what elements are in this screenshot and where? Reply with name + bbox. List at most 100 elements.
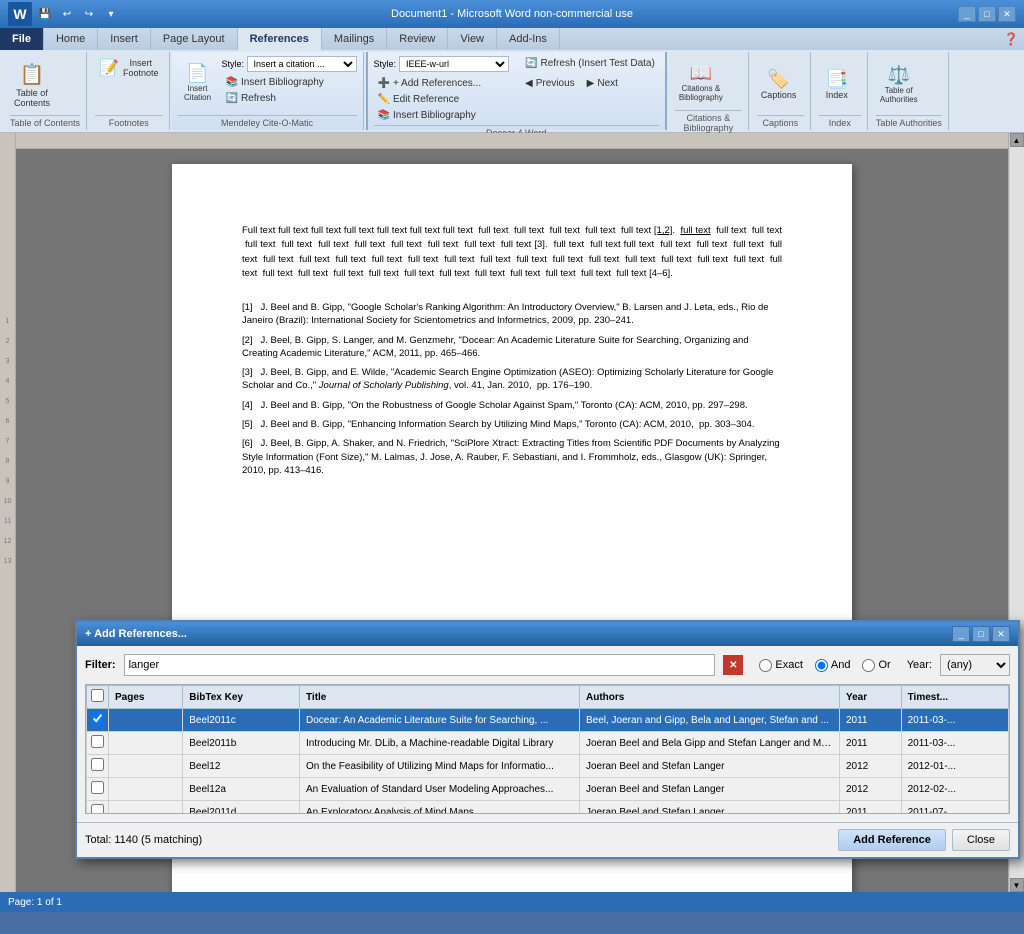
- cell-timestamp: 2011-03-...: [901, 709, 1008, 732]
- toc-label: Table ofContents: [14, 88, 50, 108]
- table-row[interactable]: Beel2011c Docear: An Academic Literature…: [87, 709, 1009, 732]
- tab-review[interactable]: Review: [387, 28, 448, 50]
- table-header: Pages BibTex Key Title Authors Year Time…: [87, 686, 1009, 709]
- row-checkbox-1[interactable]: [91, 735, 104, 748]
- add-ref-icon: ➕: [378, 78, 390, 89]
- captions-btn[interactable]: 🏷️ Captions: [757, 59, 801, 111]
- tab-home[interactable]: Home: [44, 28, 98, 50]
- radio-exact[interactable]: Exact: [759, 659, 803, 672]
- cell-checkbox[interactable]: [87, 709, 109, 732]
- previous-btn[interactable]: ◀ Previous: [521, 76, 579, 91]
- vertical-ruler: 1 2 3 4 5 6 7 8 9 10 11 12 13: [0, 133, 16, 892]
- next-icon: ▶: [587, 78, 595, 89]
- insert-bibliography-mendeley-btn[interactable]: 📚 Insert Bibliography: [222, 75, 357, 90]
- radio-and[interactable]: And: [815, 659, 851, 672]
- table-row[interactable]: Beel2011d An Exploratory Analysis of Min…: [87, 801, 1009, 815]
- footer-buttons: Add Reference Close: [838, 829, 1010, 851]
- filter-input[interactable]: [124, 654, 716, 676]
- style-label-docear: Style:: [374, 59, 397, 69]
- scroll-down-btn[interactable]: ▼: [1010, 878, 1024, 892]
- dialog-window-controls: _ □ ✕: [952, 626, 1010, 642]
- group-table-of-contents: 📋 Table ofContents Table of Contents: [4, 52, 87, 130]
- add-reference-ribbon-btn[interactable]: ➕ + Add References...: [374, 76, 510, 91]
- citations-bibliography-btn[interactable]: 📖 Citations &Bibliography: [675, 56, 727, 108]
- tab-view[interactable]: View: [448, 28, 497, 50]
- edit-ref-icon: ✏️: [378, 94, 390, 105]
- refresh-docear-btn[interactable]: 🔄 Refresh (Insert Test Data): [521, 56, 659, 71]
- cell-authors: Joeran Beel and Stefan Langer: [579, 801, 839, 815]
- row-checkbox-2[interactable]: [91, 758, 104, 771]
- dialog-maximize-btn[interactable]: □: [972, 626, 990, 642]
- cell-bibtex: Beel12a: [183, 778, 300, 801]
- cell-title: An Exploratory Analysis of Mind Maps: [299, 801, 579, 815]
- redo-quick-btn[interactable]: ↪: [80, 5, 98, 23]
- customize-quick-btn[interactable]: ▾: [102, 5, 120, 23]
- cell-checkbox[interactable]: [87, 801, 109, 815]
- references-table-container[interactable]: Pages BibTex Key Title Authors Year Time…: [85, 684, 1010, 814]
- year-select[interactable]: (any) 2008 2009 2010 2011 2012 2013: [940, 654, 1010, 676]
- scroll-up-btn[interactable]: ▲: [1010, 133, 1024, 147]
- dialog-minimize-btn[interactable]: _: [952, 626, 970, 642]
- radio-group: Exact And Or: [759, 659, 890, 672]
- minimize-btn[interactable]: _: [958, 6, 976, 22]
- table-row[interactable]: Beel12 On the Feasibility of Utilizing M…: [87, 755, 1009, 778]
- tab-page-layout[interactable]: Page Layout: [151, 28, 238, 50]
- filter-row: Filter: ✕ Exact And Or Year: (any) 2008: [85, 654, 1010, 676]
- tab-file[interactable]: File: [0, 28, 44, 50]
- cell-authors: Joeran Beel and Stefan Langer: [579, 778, 839, 801]
- insert-bibliography-docear-btn[interactable]: 📚 Insert Bibliography: [374, 108, 510, 123]
- insert-footnote-btn[interactable]: 📝 InsertFootnote: [95, 56, 162, 80]
- dialog-close-btn[interactable]: ✕: [992, 626, 1010, 642]
- citations-label: Citations &Bibliography: [679, 84, 723, 102]
- index-btn[interactable]: 📑 Index: [819, 59, 855, 111]
- cell-checkbox[interactable]: [87, 778, 109, 801]
- cell-bibtex: Beel2011b: [183, 732, 300, 755]
- add-reference-dialog-btn[interactable]: Add Reference: [838, 829, 946, 851]
- group-label-toc: Table of Contents: [10, 115, 80, 128]
- tab-references[interactable]: References: [238, 28, 322, 51]
- select-all-checkbox[interactable]: [91, 689, 104, 702]
- tab-insert[interactable]: Insert: [98, 28, 151, 50]
- save-quick-btn[interactable]: 💾: [36, 5, 54, 23]
- close-btn[interactable]: ✕: [998, 6, 1016, 22]
- th-title: Title: [299, 686, 579, 709]
- table-of-contents-btn[interactable]: 📋 Table ofContents: [10, 59, 54, 111]
- help-btn[interactable]: ❓: [1002, 30, 1020, 48]
- radio-or[interactable]: Or: [862, 659, 890, 672]
- ref-4: [4] J. Beel and B. Gipp, "On the Robustn…: [242, 399, 782, 412]
- dialog-title-bar: + Add References... _ □ ✕: [77, 622, 1018, 646]
- style-select-docear[interactable]: IEEE-w-url: [399, 56, 509, 72]
- refresh-mendeley-btn[interactable]: 🔄 Refresh: [222, 91, 357, 106]
- group-label-mendeley: Mendeley Cite-O-Matic: [178, 115, 357, 128]
- th-pages: Pages: [109, 686, 183, 709]
- insert-citation-icon: 📄: [186, 63, 208, 84]
- group-footnotes: 📝 InsertFootnote Footnotes: [89, 52, 169, 130]
- authorities-label: Table ofAuthorities: [880, 86, 918, 104]
- undo-quick-btn[interactable]: ↩: [58, 5, 76, 23]
- edit-reference-ribbon-btn[interactable]: ✏️ Edit Reference: [374, 92, 510, 107]
- ribbon-tabs: File Home Insert Page Layout References …: [0, 28, 1024, 50]
- cell-timestamp: 2012-02-...: [901, 778, 1008, 801]
- style-label-mendeley: Style:: [222, 59, 245, 69]
- insert-bib-icon: 📚: [226, 77, 238, 88]
- row-checkbox-3[interactable]: [91, 781, 104, 794]
- style-select-mendeley[interactable]: Insert a citation ...: [247, 56, 357, 72]
- filter-clear-btn[interactable]: ✕: [723, 655, 743, 675]
- close-dialog-btn[interactable]: Close: [952, 829, 1010, 851]
- insert-citation-btn[interactable]: 📄 InsertCitation: [178, 56, 218, 108]
- cell-pages: [109, 709, 183, 732]
- maximize-btn[interactable]: □: [978, 6, 996, 22]
- tab-add-ins[interactable]: Add-Ins: [497, 28, 560, 50]
- next-btn[interactable]: ▶ Next: [583, 76, 622, 91]
- tab-mailings[interactable]: Mailings: [322, 28, 387, 50]
- table-row[interactable]: Beel2011b Introducing Mr. DLib, a Machin…: [87, 732, 1009, 755]
- cell-year: 2011: [839, 709, 901, 732]
- dialog-title: + Add References...: [85, 628, 187, 640]
- table-row[interactable]: Beel12a An Evaluation of Standard User M…: [87, 778, 1009, 801]
- table-authorities-btn[interactable]: ⚖️ Table ofAuthorities: [876, 59, 922, 111]
- cell-checkbox[interactable]: [87, 732, 109, 755]
- row-checkbox-4[interactable]: [91, 804, 104, 814]
- row-checkbox-0[interactable]: [91, 712, 104, 725]
- cell-checkbox[interactable]: [87, 755, 109, 778]
- cell-bibtex: Beel12: [183, 755, 300, 778]
